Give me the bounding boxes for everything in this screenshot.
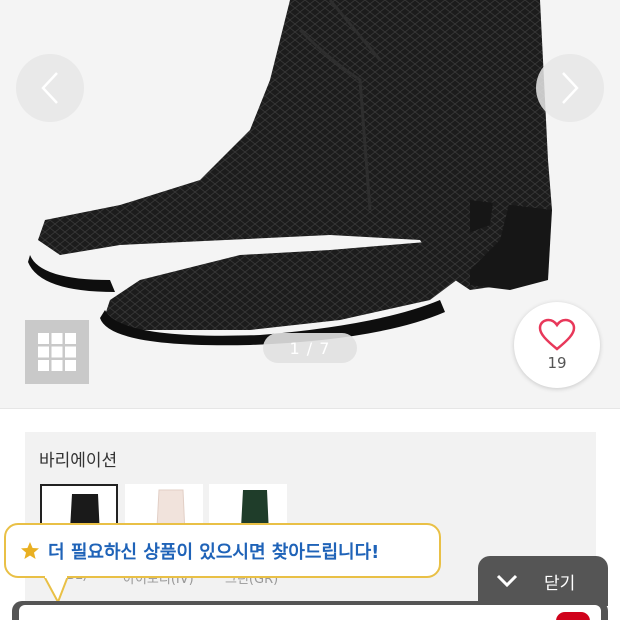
chevron-down-icon	[496, 574, 518, 588]
variation-title: 바리에이션	[39, 451, 118, 471]
grid-icon	[38, 333, 76, 371]
product-image-gallery[interactable]: 1 / 7 19	[0, 0, 620, 408]
chevron-left-icon	[41, 72, 58, 104]
bubble-tail	[44, 576, 69, 604]
thumbnail-grid-button[interactable]	[25, 320, 89, 384]
next-image-button[interactable]	[536, 54, 604, 122]
prev-image-button[interactable]	[16, 54, 84, 122]
close-panel-button[interactable]: 닫기	[478, 556, 608, 606]
image-pager: 1 / 7	[263, 333, 357, 363]
like-count: 19	[547, 354, 567, 372]
notification-badge	[556, 612, 590, 620]
like-button[interactable]: 19	[514, 302, 600, 388]
star-icon	[21, 541, 39, 559]
promo-text: 더 필요하신 상품이 있으시면 찾아드립니다!	[48, 541, 380, 563]
close-label: 닫기	[544, 573, 576, 594]
bottom-panel-content	[19, 605, 601, 620]
chevron-right-icon	[562, 72, 579, 104]
heart-icon	[538, 318, 576, 351]
promo-bubble[interactable]: 더 필요하신 상품이 있으시면 찾아드립니다!	[4, 523, 441, 578]
section-divider	[0, 408, 620, 409]
